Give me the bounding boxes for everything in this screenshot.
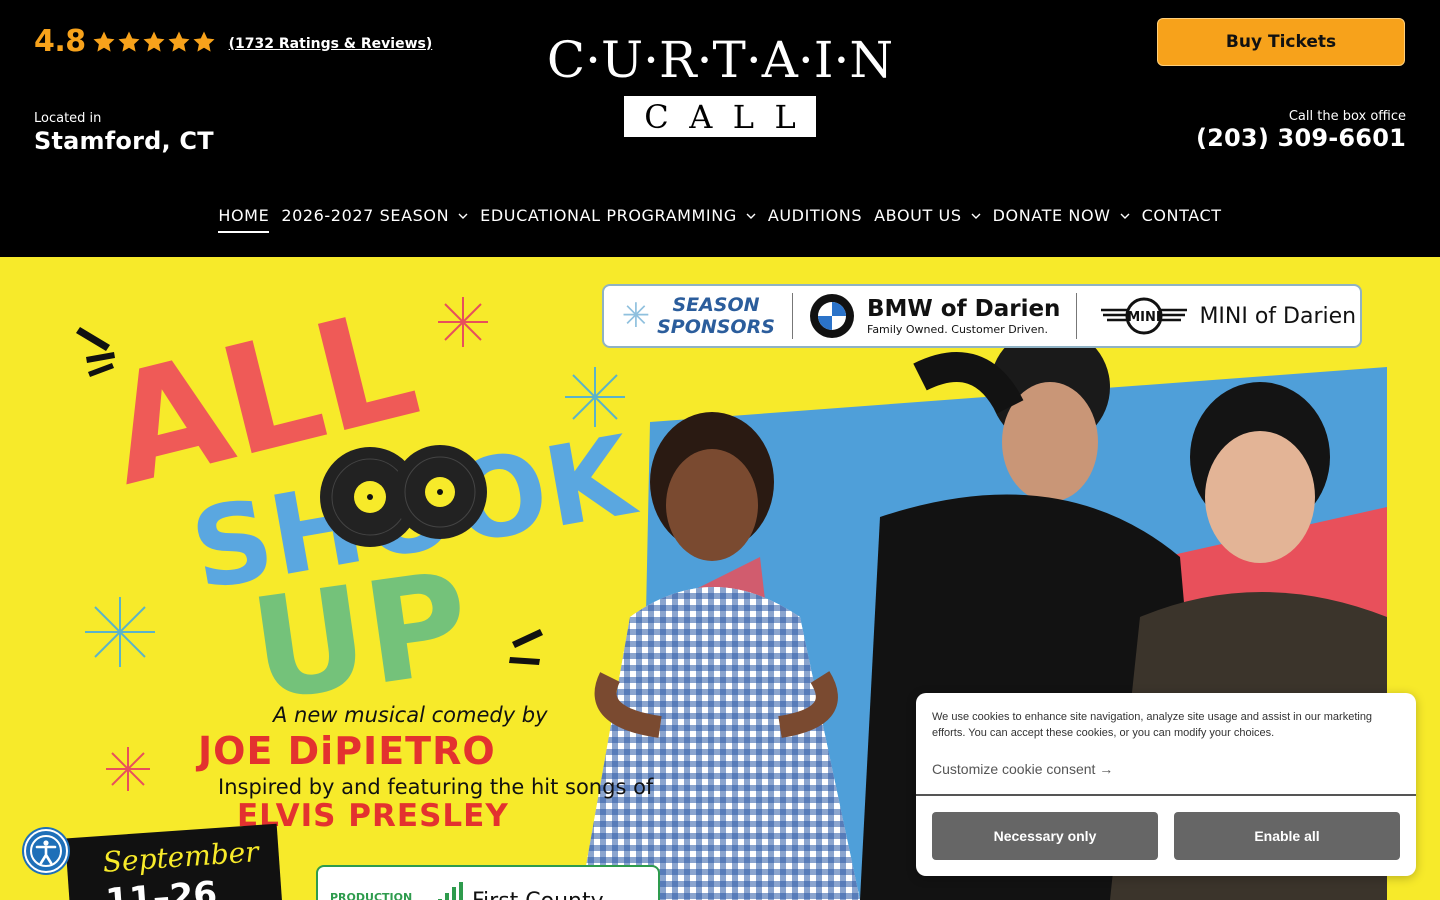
- show-artist: ELVIS PRESLEY: [237, 798, 509, 834]
- chevron-down-icon: [458, 211, 468, 221]
- bmw-tagline: Family Owned. Customer Driven.: [867, 323, 1048, 336]
- rating-value: 4.8: [34, 24, 86, 59]
- location-city: Stamford, CT: [34, 127, 214, 155]
- accessibility-icon: [30, 835, 62, 867]
- nav-item-label: HOME: [218, 206, 270, 233]
- sponsor-divider: [792, 293, 793, 339]
- site-logo[interactable]: C·U·R·T·A·I·N C A L L: [546, 30, 894, 138]
- chevron-down-icon: [971, 211, 981, 221]
- show-date-days: 11–26: [104, 874, 219, 900]
- nav-item-season[interactable]: 2026-2027 SEASON: [275, 200, 474, 233]
- nav-item-educational-programming[interactable]: EDUCATIONAL PROGRAMMING: [474, 200, 762, 233]
- accessibility-button[interactable]: [24, 829, 68, 873]
- nav-item-label: EDUCATIONAL PROGRAMMING: [480, 206, 737, 225]
- location-label: Located in: [34, 111, 102, 126]
- logo-letter: L: [774, 97, 796, 136]
- star-icon: [167, 30, 191, 54]
- chevron-down-icon: [746, 211, 756, 221]
- cookie-divider: [916, 794, 1416, 796]
- nav-item-donate-now[interactable]: DONATE NOW: [987, 200, 1136, 233]
- season-sponsors-line: SPONSORS: [657, 316, 775, 338]
- buy-tickets-button[interactable]: Buy Tickets: [1157, 18, 1405, 66]
- nav-item-contact[interactable]: CONTACT: [1136, 200, 1228, 233]
- show-date-month: September: [101, 835, 260, 879]
- production-label: PRODUCTION: [330, 891, 413, 900]
- logo-letter: C: [644, 97, 669, 136]
- site-header: 4.8 (1732 Ratings & Reviews) Located in …: [0, 0, 1440, 257]
- show-author: JOE DiPIETRO: [198, 729, 496, 773]
- box-office-block: Call the box office (203) 309-6601: [1196, 109, 1406, 152]
- vinyl-record-icon: [393, 445, 487, 539]
- bmw-logo-icon: [810, 294, 854, 338]
- box-office-label: Call the box office: [1288, 109, 1406, 124]
- bmw-text: BMW of Darien Family Owned. Customer Dri…: [867, 296, 1060, 336]
- season-sponsors-banner: ✳ SEASON SPONSORS BMW of Darien Family O…: [602, 284, 1362, 348]
- star-icon: [142, 30, 166, 54]
- logo-letter: L: [732, 97, 755, 136]
- show-credit-line: A new musical comedy by: [273, 703, 548, 727]
- production-sponsor-name: First County Bank: [472, 889, 658, 900]
- chevron-down-icon: [1120, 211, 1130, 221]
- customize-cookie-link[interactable]: Customize cookie consent →: [932, 761, 1113, 777]
- mini-logo-icon: MINI: [1101, 297, 1188, 335]
- box-office-phone[interactable]: (203) 309-6601: [1196, 124, 1406, 152]
- nav-item-label: AUDITIONS: [767, 206, 863, 225]
- bank-logo-icon: [438, 882, 463, 900]
- nav-item-label: DONATE NOW: [992, 206, 1111, 225]
- star-icon: [92, 30, 116, 54]
- show-credit-line: Inspired by and featuring the hit songs …: [218, 775, 654, 799]
- main-nav: HOME 2026-2027 SEASON EDUCATIONAL PROGRA…: [0, 200, 1440, 233]
- bmw-dealer-name: BMW of Darien: [867, 296, 1061, 322]
- mini-badge-text: MINI: [1128, 310, 1162, 325]
- snowflake-icon: ✳: [621, 296, 651, 336]
- nav-item-about-us[interactable]: ABOUT US: [868, 200, 986, 233]
- rating-summary: 4.8 (1732 Ratings & Reviews): [34, 24, 432, 59]
- show-date-badge: September 11–26: [65, 823, 283, 900]
- cookie-consent-banner: We use cookies to enhance site navigatio…: [916, 693, 1416, 876]
- logo-wordmark-top: C·U·R·T·A·I·N: [546, 31, 894, 89]
- sponsor-divider: [1076, 293, 1078, 339]
- enable-all-button[interactable]: Enable all: [1174, 812, 1400, 860]
- mini-dealer-name: MINI of Darien: [1199, 303, 1357, 329]
- nav-item-auditions[interactable]: AUDITIONS: [762, 200, 868, 233]
- cookie-message: We use cookies to enhance site navigatio…: [932, 711, 1373, 739]
- necessary-only-button[interactable]: Necessary only: [932, 812, 1158, 860]
- reviews-link[interactable]: (1732 Ratings & Reviews): [229, 36, 433, 52]
- location-block: Located in Stamford, CT: [34, 111, 214, 155]
- logo-letter: A: [689, 97, 713, 136]
- nav-item-label: ABOUT US: [874, 206, 962, 225]
- production-sponsor-box: PRODUCTION First County Bank: [316, 865, 660, 900]
- logo-wordmark-bottom: C A L L: [624, 96, 816, 137]
- star-icon: [117, 30, 141, 54]
- season-sponsors-line: SEASON: [672, 294, 760, 316]
- nav-item-home[interactable]: HOME: [212, 200, 275, 233]
- nav-item-label: 2026-2027 SEASON: [281, 206, 450, 225]
- rating-stars: [92, 30, 217, 54]
- season-sponsors-title: SEASON SPONSORS: [656, 294, 776, 338]
- star-icon: [192, 30, 216, 54]
- nav-item-label: CONTACT: [1141, 206, 1222, 225]
